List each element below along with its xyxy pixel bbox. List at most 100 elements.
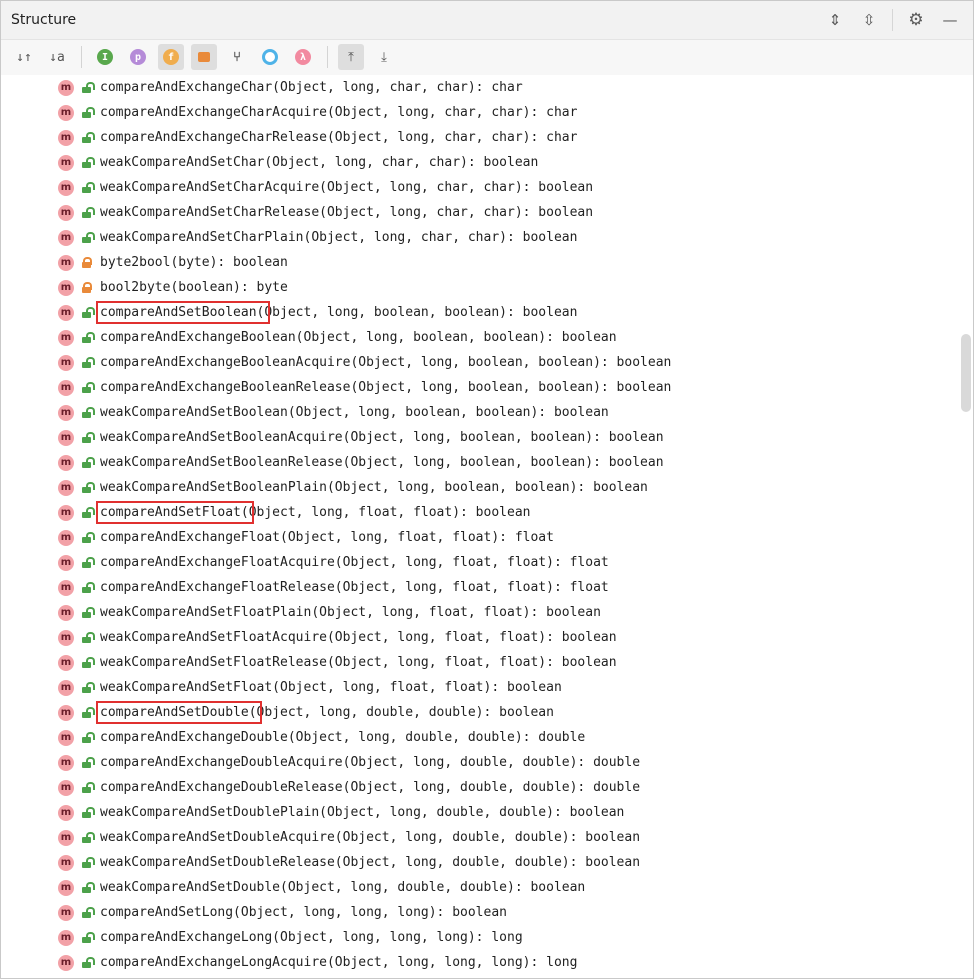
method-row[interactable]: m weakCompareAndSetCharRelease(Object, lo… — [1, 201, 973, 226]
method-icon: m — [58, 455, 74, 471]
minimize-icon[interactable]: — — [937, 9, 963, 31]
method-row[interactable]: m compareAndExchangeBoolean(Object, long,… — [1, 326, 973, 351]
method-row[interactable]: m weakCompareAndSetFloat(Object, long, fl… — [1, 676, 973, 701]
show-non-public-icon[interactable] — [191, 44, 217, 70]
method-row[interactable]: m bool2byte(boolean): byte — [1, 276, 973, 301]
method-row[interactable]: m weakCompareAndSetCharPlain(Object, long… — [1, 226, 973, 251]
toolbar-buttons: ↓↑ ↓a Ip f ⑂ λ ⤒ ⤓ — [11, 44, 404, 70]
structure-panel: Structure ⇕ ⇳ ⚙ — ↓↑ ↓a Ip f ⑂ λ ⤒ ⤓ m compareAndEx… — [0, 0, 974, 979]
show-inherited-icon[interactable]: I — [92, 44, 118, 70]
method-row[interactable]: m weakCompareAndSetDoubleAcquire(Object, … — [1, 826, 973, 851]
panel-header: Structure ⇕ ⇳ ⚙ — — [1, 1, 973, 40]
method-row[interactable]: m compareAndExchangeFloatRelease(Object, … — [1, 576, 973, 601]
public-unlock-icon — [81, 82, 95, 94]
method-signature: weakCompareAndSetBooleanAcquire(Object, … — [100, 430, 664, 445]
method-row[interactable]: m weakCompareAndSetCharAcquire(Object, lo… — [1, 176, 973, 201]
show-anonymous-icon[interactable]: ⑂ — [224, 44, 250, 70]
method-icon: m — [58, 505, 74, 521]
method-row[interactable]: m compareAndExchangeDoubleRelease(Object,… — [1, 776, 973, 801]
method-icon: m — [58, 205, 74, 221]
private-lock-icon — [81, 282, 92, 294]
method-signature: weakCompareAndSetFloatRelease(Object, lo… — [100, 655, 617, 670]
method-icon: m — [58, 855, 74, 871]
method-row[interactable]: m weakCompareAndSetBooleanAcquire(Object,… — [1, 426, 973, 451]
method-signature: weakCompareAndSetFloat(Object, long, flo… — [100, 680, 562, 695]
public-unlock-icon — [81, 782, 95, 794]
public-unlock-icon — [81, 357, 95, 369]
public-unlock-icon — [81, 882, 95, 894]
panel-header-actions: ⇕ ⇳ ⚙ — — [814, 9, 963, 31]
method-signature: weakCompareAndSetBooleanPlain(Object, lo… — [100, 480, 648, 495]
public-unlock-icon — [81, 607, 95, 619]
sort-by-visibility-icon[interactable]: ↓↑ — [11, 44, 37, 70]
method-row[interactable]: m compareAndExchangeDoubleAcquire(Object,… — [1, 751, 973, 776]
public-unlock-icon — [81, 332, 95, 344]
method-signature: weakCompareAndSetCharAcquire(Object, lon… — [100, 180, 594, 195]
method-icon: m — [58, 255, 74, 271]
method-icon: m — [58, 705, 74, 721]
method-row[interactable]: m compareAndSetFloat(Object, long, float,… — [1, 501, 973, 526]
method-signature: weakCompareAndSetCharRelease(Object, lon… — [100, 205, 594, 220]
panel-title: Structure — [11, 12, 77, 28]
method-row[interactable]: m compareAndSetDouble(Object, long, doubl… — [1, 701, 973, 726]
method-row[interactable]: m weakCompareAndSetFloatRelease(Object, l… — [1, 651, 973, 676]
method-signature: compareAndExchangeCharAcquire(Object, lo… — [100, 105, 578, 120]
method-row[interactable]: m byte2bool(byte): boolean — [1, 251, 973, 276]
autoscroll-to-source-icon[interactable]: ⤒ — [338, 44, 364, 70]
method-row[interactable]: m weakCompareAndSetBoolean(Object, long, … — [1, 401, 973, 426]
vertical-scrollbar[interactable] — [961, 334, 971, 412]
method-row[interactable]: m compareAndExchangeLongAcquire(Object, l… — [1, 951, 973, 976]
autoscroll-from-source-icon[interactable]: ⤓ — [371, 44, 397, 70]
show-non-public-glyph — [198, 52, 210, 62]
show-inherited-glyph: I — [97, 49, 113, 65]
method-signature: compareAndExchangeFloat(Object, long, fl… — [100, 530, 554, 545]
method-row[interactable]: m weakCompareAndSetFloatPlain(Object, lon… — [1, 601, 973, 626]
method-row[interactable]: m compareAndExchangeCharAcquire(Object, l… — [1, 101, 973, 126]
method-row[interactable]: m weakCompareAndSetFloatAcquire(Object, l… — [1, 626, 973, 651]
method-icon: m — [58, 580, 74, 596]
method-icon: m — [58, 930, 74, 946]
method-icon: m — [58, 780, 74, 796]
gear-icon[interactable]: ⚙ — [903, 9, 929, 31]
show-properties-icon[interactable]: p — [125, 44, 151, 70]
method-row[interactable]: m weakCompareAndSetBooleanPlain(Object, l… — [1, 476, 973, 501]
method-row[interactable]: m compareAndExchangeFloatAcquire(Object, … — [1, 551, 973, 576]
method-row[interactable]: m compareAndExchangeBooleanRelease(Object… — [1, 376, 973, 401]
method-icon: m — [58, 80, 74, 96]
method-row[interactable]: m weakCompareAndSetDouble(Object, long, d… — [1, 876, 973, 901]
method-row[interactable]: m weakCompareAndSetDoubleRelease(Object, … — [1, 851, 973, 876]
structure-tree[interactable]: m compareAndExchangeChar(Object, long, ch… — [1, 76, 973, 978]
method-icon: m — [58, 480, 74, 496]
show-lambda-icon[interactable]: λ — [290, 44, 316, 70]
sort-alphabetically-icon[interactable]: ↓a — [44, 44, 70, 70]
method-row[interactable]: m weakCompareAndSetBooleanRelease(Object,… — [1, 451, 973, 476]
method-signature: weakCompareAndSetBoolean(Object, long, b… — [100, 405, 609, 420]
public-unlock-icon — [81, 207, 95, 219]
method-row[interactable]: m compareAndExchangeLong(Object, long, lo… — [1, 926, 973, 951]
highlight-box — [96, 501, 254, 524]
method-row[interactable]: m compareAndExchangeChar(Object, long, ch… — [1, 76, 973, 101]
show-lambda-glyph: λ — [295, 49, 311, 65]
method-row[interactable]: m compareAndExchangeDouble(Object, long, … — [1, 726, 973, 751]
method-icon: m — [58, 380, 74, 396]
method-row[interactable]: m weakCompareAndSetChar(Object, long, cha… — [1, 151, 973, 176]
public-unlock-icon — [81, 232, 95, 244]
method-icon: m — [58, 280, 74, 296]
public-unlock-icon — [81, 132, 95, 144]
collapse-all-icon[interactable]: ⇳ — [856, 9, 882, 31]
show-lambdas-glyph — [262, 49, 278, 65]
expand-all-icon[interactable]: ⇕ — [822, 9, 848, 31]
show-lambdas-icon[interactable] — [257, 44, 283, 70]
method-row[interactable]: m compareAndSetLong(Object, long, long, l… — [1, 901, 973, 926]
method-row[interactable]: m compareAndExchangeFloat(Object, long, f… — [1, 526, 973, 551]
method-icon: m — [58, 905, 74, 921]
method-row[interactable]: m weakCompareAndSetDoublePlain(Object, lo… — [1, 801, 973, 826]
method-row[interactable]: m compareAndExchangeBooleanAcquire(Object… — [1, 351, 973, 376]
method-signature: weakCompareAndSetDoubleRelease(Object, l… — [100, 855, 641, 870]
public-unlock-icon — [81, 757, 95, 769]
show-fields-icon[interactable]: f — [158, 44, 184, 70]
method-row[interactable]: m compareAndExchangeCharRelease(Object, l… — [1, 126, 973, 151]
method-row[interactable]: m compareAndSetBoolean(Object, long, bool… — [1, 301, 973, 326]
public-unlock-icon — [81, 732, 95, 744]
method-signature: compareAndSetLong(Object, long, long, lo… — [100, 905, 507, 920]
